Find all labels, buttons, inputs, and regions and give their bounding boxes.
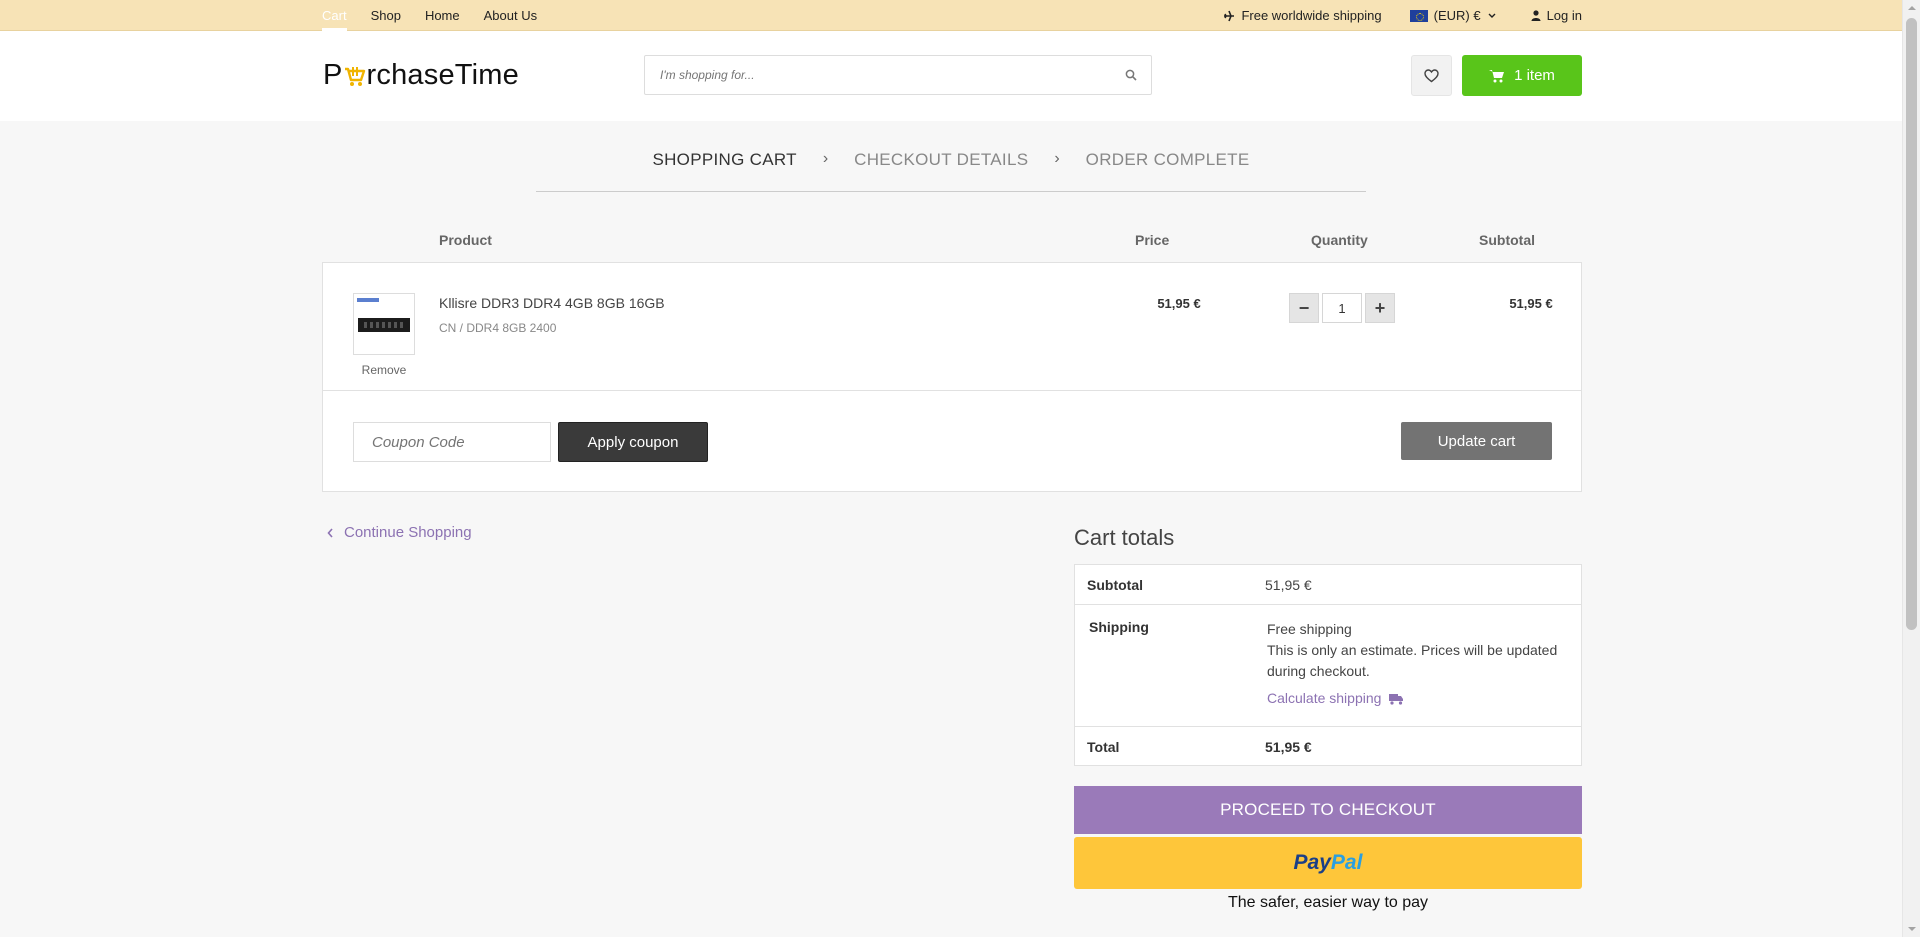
product-subtotal: 51,95 €: [1509, 296, 1553, 311]
paypal-logo-pay: Pay: [1293, 851, 1331, 874]
chevron-down-icon: [1488, 13, 1496, 18]
logo-letter: P: [323, 59, 343, 91]
shipping-method: Free shipping: [1267, 621, 1352, 637]
column-product: Product: [439, 232, 492, 248]
heart-icon: [1424, 68, 1439, 82]
airplane-icon: [1224, 10, 1235, 21]
product-price: 51,95 €: [1157, 296, 1201, 311]
step-shopping-cart[interactable]: SHOPPING CART: [652, 150, 796, 170]
scroll-down-arrow-icon[interactable]: [1903, 921, 1920, 937]
login-label: Log in: [1546, 8, 1582, 23]
checkout-steps: SHOPPING CART › CHECKOUT DETAILS › ORDER…: [536, 150, 1366, 192]
product-name[interactable]: Kllisre DDR3 DDR4 4GB 8GB 16GB: [439, 295, 665, 311]
user-icon: [1531, 10, 1541, 21]
cart-icon: [1489, 69, 1505, 82]
calculate-shipping-label: Calculate shipping: [1267, 690, 1382, 706]
wishlist-button[interactable]: [1411, 55, 1452, 96]
remove-item-link[interactable]: Remove: [353, 363, 415, 377]
cart-count-label: 1 item: [1514, 67, 1555, 84]
nav-shop[interactable]: Shop: [371, 0, 401, 31]
cart-totals-table: Subtotal 51,95 € Shipping Free shipping …: [1074, 564, 1582, 766]
chevron-right-icon: ›: [822, 150, 829, 167]
login-link[interactable]: Log in: [1531, 8, 1582, 23]
step-order-complete: ORDER COMPLETE: [1085, 150, 1250, 169]
cart-table-header: Product Price Quantity Subtotal: [322, 232, 1582, 262]
search-box: [644, 55, 1152, 95]
continue-shopping-label: Continue Shopping: [344, 524, 472, 541]
cart-table: Remove Kllisre DDR3 DDR4 4GB 8GB 16GB CN…: [322, 262, 1582, 492]
chevron-left-icon: [327, 527, 333, 538]
site-header: P rchaseTime 1 item: [0, 31, 1902, 121]
calculate-shipping-link[interactable]: Calculate shipping: [1267, 688, 1567, 709]
shipping-estimate-note: This is only an estimate. Prices will be…: [1267, 642, 1558, 679]
shipping-details: Free shipping This is only an estimate. …: [1267, 619, 1567, 709]
subtotal-label: Subtotal: [1087, 577, 1143, 593]
header-cart-button[interactable]: 1 item: [1462, 55, 1582, 96]
top-nav: Cart Shop Home About Us: [322, 0, 561, 31]
paypal-tagline: The safer, easier way to pay: [1227, 894, 1429, 911]
paypal-logo-pal: Pal: [1330, 851, 1363, 874]
column-subtotal: Subtotal: [1479, 232, 1535, 248]
quantity-stepper: − 1 +: [1289, 293, 1395, 323]
quantity-input[interactable]: 1: [1322, 293, 1362, 323]
nav-home[interactable]: Home: [425, 0, 460, 31]
truck-icon: [1389, 693, 1404, 705]
product-thumbnail[interactable]: [353, 293, 415, 355]
paypal-button[interactable]: Pay Pal: [1074, 837, 1582, 889]
coupon-code-input[interactable]: [354, 423, 550, 461]
continue-shopping-link[interactable]: Continue Shopping: [327, 524, 472, 541]
product-variant: CN / DDR4 8GB 2400: [439, 321, 557, 335]
column-price: Price: [1135, 232, 1170, 248]
shipping-label: Shipping: [1089, 619, 1149, 635]
search-input[interactable]: [645, 56, 1151, 94]
chevron-right-icon: ›: [1054, 150, 1060, 167]
free-shipping-notice: Free worldwide shipping: [1223, 8, 1382, 23]
totals-total-row: Total 51,95 €: [1075, 727, 1581, 767]
total-value: 51,95 €: [1265, 739, 1312, 755]
logo-cart-icon: [344, 63, 366, 89]
totals-shipping-row: Shipping Free shipping This is only an e…: [1075, 605, 1581, 727]
page-scrollbar[interactable]: [1902, 0, 1920, 937]
proceed-to-checkout-button[interactable]: PROCEED TO CHECKOUT: [1074, 786, 1582, 834]
scroll-up-arrow-icon[interactable]: [1903, 0, 1920, 16]
apply-coupon-button[interactable]: Apply coupon: [558, 422, 708, 462]
search-icon[interactable]: [1125, 69, 1137, 81]
nav-cart[interactable]: Cart: [322, 0, 347, 31]
update-cart-button[interactable]: Update cart: [1401, 422, 1552, 460]
site-logo[interactable]: P rchaseTime: [323, 59, 519, 92]
increase-quantity-button[interactable]: +: [1365, 293, 1395, 323]
brand-label-mark: [357, 298, 379, 302]
free-shipping-text: Free worldwide shipping: [1241, 8, 1382, 23]
decrease-quantity-button[interactable]: −: [1289, 293, 1319, 323]
eu-flag-icon: [1409, 9, 1428, 22]
column-quantity: Quantity: [1311, 232, 1368, 248]
table-row: Remove Kllisre DDR3 DDR4 4GB 8GB 16GB CN…: [323, 263, 1581, 391]
total-label: Total: [1087, 739, 1120, 755]
totals-subtotal-row: Subtotal 51,95 €: [1075, 565, 1581, 605]
top-bar: Cart Shop Home About Us Free worldwide s…: [0, 0, 1902, 31]
cart-totals-title: Cart totals: [1074, 525, 1175, 550]
nav-about-us[interactable]: About Us: [484, 0, 537, 31]
scrollbar-thumb[interactable]: [1906, 18, 1917, 630]
coupon-field-wrapper: [353, 422, 551, 462]
subtotal-value: 51,95 €: [1265, 577, 1312, 593]
top-bar-right: Free worldwide shipping (EUR) € Log in: [1195, 0, 1582, 31]
ram-stick-image: [358, 318, 410, 332]
step-checkout-details[interactable]: CHECKOUT DETAILS: [854, 150, 1028, 170]
logo-text: rchaseTime: [366, 59, 519, 91]
currency-selector[interactable]: (EUR) €: [1409, 8, 1503, 23]
currency-label: (EUR) €: [1433, 8, 1481, 23]
